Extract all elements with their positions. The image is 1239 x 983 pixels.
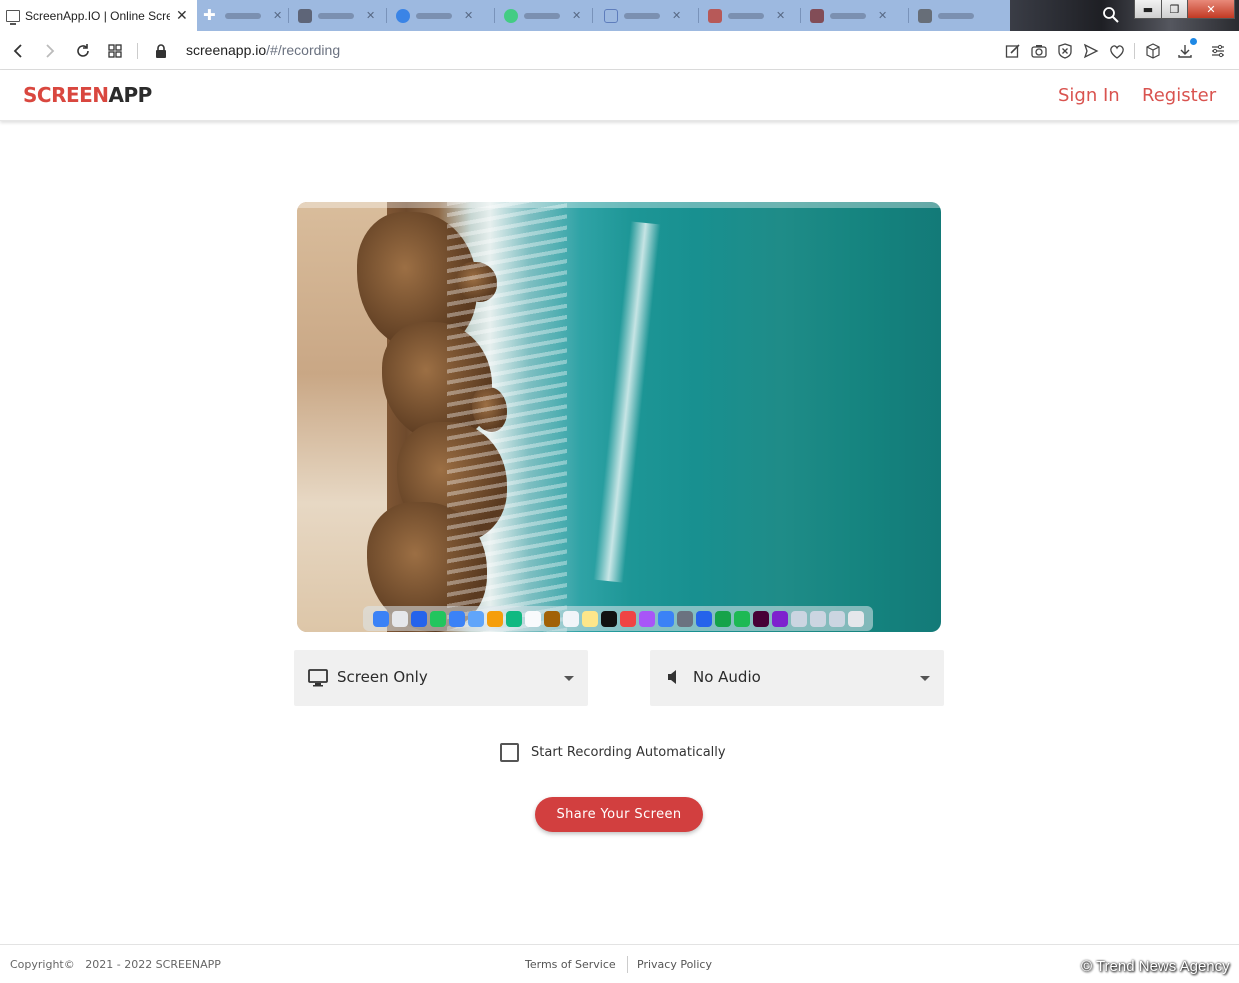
close-window-button[interactable]: ✕ [1187, 0, 1235, 19]
preview-dock [363, 606, 873, 631]
audio-source-value: No Audio [693, 668, 761, 686]
camera-icon[interactable] [1029, 41, 1049, 61]
restore-window-button[interactable]: ❐ [1161, 0, 1188, 19]
footer: Copyright© 2021 - 2022 SCREENAPP Terms o… [0, 944, 1239, 983]
chevron-down-icon [564, 676, 574, 681]
audio-source-select[interactable]: No Audio [650, 650, 944, 706]
browser-tab[interactable]: ✕ [396, 0, 473, 31]
browser-tab[interactable]: ✕ [708, 0, 785, 31]
browser-tab-active[interactable]: ScreenApp.IO | Online Scre ✕ [0, 0, 197, 31]
lock-icon[interactable] [151, 41, 171, 61]
browser-tab[interactable] [918, 0, 974, 31]
tab-title: ScreenApp.IO | Online Scre [25, 8, 170, 23]
minimize-window-button[interactable]: ▬ [1134, 0, 1162, 19]
close-tab-icon[interactable]: ✕ [176, 8, 188, 24]
send-icon[interactable] [1081, 41, 1101, 61]
auto-record-checkbox[interactable] [500, 742, 519, 762]
share-screen-button[interactable]: Share Your Screen [535, 797, 703, 832]
download-badge [1190, 38, 1197, 45]
screen-preview [297, 202, 941, 632]
privacy-policy-link[interactable]: Privacy Policy [637, 958, 712, 971]
preview-menubar [297, 202, 941, 208]
new-tab-icon[interactable]: ✚ [203, 6, 216, 24]
monitor-icon [6, 9, 20, 25]
address-host: screenapp.io [186, 42, 267, 58]
monitor-icon [308, 669, 328, 687]
browser-tab[interactable]: ✕ [504, 0, 581, 31]
speaker-icon [668, 670, 676, 684]
browser-tab[interactable]: ✕ [810, 0, 887, 31]
logo-part1: SCREEN [23, 83, 109, 107]
terms-of-service-link[interactable]: Terms of Service [525, 958, 616, 971]
easy-setup-icon[interactable] [1208, 41, 1228, 61]
chevron-down-icon [920, 676, 930, 681]
search-icon[interactable] [1102, 6, 1120, 24]
watermark: © Trend News Agency [1081, 958, 1230, 975]
video-source-value: Screen Only [337, 668, 428, 686]
sign-in-link[interactable]: Sign In [1058, 85, 1120, 106]
auto-record-option[interactable]: Start Recording Automatically [500, 742, 726, 762]
heart-icon[interactable] [1107, 41, 1127, 61]
edit-page-icon[interactable] [1003, 41, 1023, 61]
browser-tab[interactable]: ✕ [225, 0, 282, 31]
speed-dial-icon[interactable] [105, 41, 125, 61]
reload-icon[interactable] [73, 41, 93, 61]
video-source-select[interactable]: Screen Only [294, 650, 588, 706]
app-header: SCREENAPP Sign In Register [0, 70, 1239, 121]
browser-tab[interactable]: ✕ [604, 0, 681, 31]
browser-toolbar: screenapp.io/#/recording [0, 31, 1239, 70]
back-icon[interactable] [8, 41, 28, 61]
cube-icon[interactable] [1143, 41, 1163, 61]
register-link[interactable]: Register [1142, 85, 1216, 106]
logo-part2: APP [108, 83, 153, 107]
copyright-text: Copyright© 2021 - 2022 SCREENAPP [10, 958, 221, 971]
block-icon[interactable] [1055, 41, 1075, 61]
address-bar[interactable]: screenapp.io/#/recording [186, 42, 340, 58]
auto-record-label: Start Recording Automatically [531, 744, 726, 760]
browser-tab-bar: ScreenApp.IO | Online Scre ✕ ✚ ✕ ✕ ✕ ✕ ✕… [0, 0, 1239, 31]
screenapp-logo[interactable]: SCREENAPP [23, 83, 152, 107]
forward-icon[interactable] [40, 41, 60, 61]
browser-tab[interactable]: ✕ [298, 0, 375, 31]
address-path: /#/recording [266, 42, 341, 58]
